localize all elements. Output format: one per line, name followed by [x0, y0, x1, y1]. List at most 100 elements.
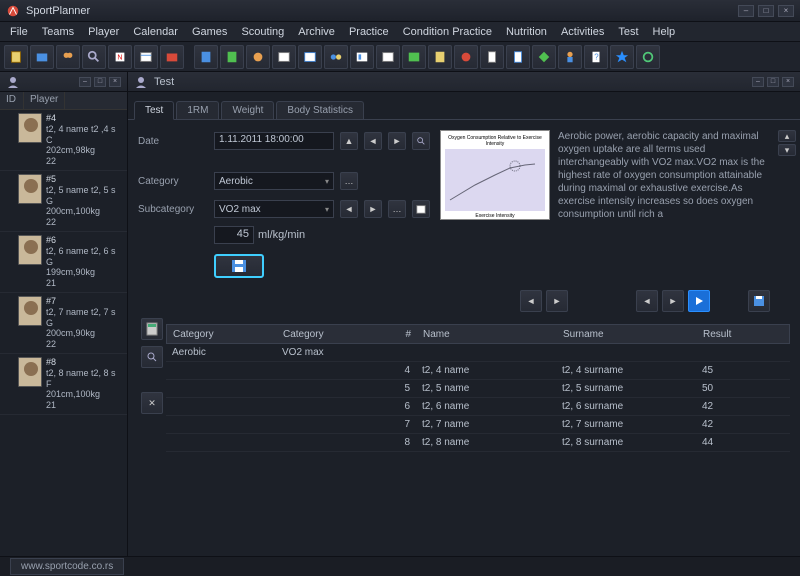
toolbar-btn-12[interactable] — [298, 45, 322, 69]
player-row[interactable]: #7t2, 7 name t2, 7 sG200cm,90kg22 — [0, 293, 127, 354]
toolbar-btn-19[interactable] — [480, 45, 504, 69]
toolbar-btn-3[interactable] — [56, 45, 80, 69]
subcat-calendar-icon[interactable] — [412, 200, 430, 218]
table-row[interactable]: 5t2, 5 namet2, 5 surname50 — [166, 380, 790, 398]
table-row[interactable]: 8t2, 8 namet2, 8 surname44 — [166, 434, 790, 452]
window-maximize[interactable]: □ — [758, 5, 774, 17]
table-row[interactable]: 7t2, 7 namet2, 7 surname42 — [166, 416, 790, 434]
toolbar-btn-23[interactable]: ? — [584, 45, 608, 69]
toolbar-btn-7[interactable] — [160, 45, 184, 69]
toolbar-btn-24[interactable] — [610, 45, 634, 69]
col-player[interactable]: Player — [24, 92, 65, 109]
toolbar-btn-10[interactable] — [246, 45, 270, 69]
category-more[interactable]: … — [340, 172, 358, 190]
toolbar-btn-15[interactable] — [376, 45, 400, 69]
toolbar-btn-17[interactable] — [428, 45, 452, 69]
tab-weight[interactable]: Weight — [221, 101, 274, 119]
date-up[interactable]: ▲ — [340, 132, 358, 150]
menu-games[interactable]: Games — [186, 24, 233, 40]
panel-min[interactable]: – — [752, 77, 764, 87]
menu-player[interactable]: Player — [82, 24, 125, 40]
tab-1rm[interactable]: 1RM — [176, 101, 219, 119]
menu-nutrition[interactable]: Nutrition — [500, 24, 553, 40]
gh-num[interactable]: # — [387, 327, 417, 342]
play-button[interactable] — [688, 290, 710, 312]
chart-thumbnail[interactable]: Oxygen Consumption Relative to Exercise … — [440, 130, 550, 220]
menu-archive[interactable]: Archive — [292, 24, 341, 40]
media-next-left[interactable]: ► — [546, 290, 568, 312]
sidebar-close[interactable]: × — [109, 77, 121, 87]
toolbar-btn-9[interactable] — [220, 45, 244, 69]
gh-surname[interactable]: Surname — [557, 327, 697, 342]
menu-file[interactable]: File — [4, 24, 34, 40]
col-id[interactable]: ID — [0, 92, 24, 109]
subcat-prev[interactable]: ◄ — [340, 200, 358, 218]
menu-help[interactable]: Help — [647, 24, 682, 40]
grid-search-icon[interactable] — [141, 346, 163, 368]
gh-left-cat2[interactable]: Category — [277, 327, 387, 342]
description-text: Aerobic power, aerobic capacity and maxi… — [558, 130, 770, 278]
date-search-icon[interactable] — [412, 132, 430, 150]
media-prev[interactable]: ◄ — [636, 290, 658, 312]
date-prev[interactable]: ◄ — [364, 132, 382, 150]
media-save[interactable] — [748, 290, 770, 312]
desc-scroll-up[interactable]: ▴ — [778, 130, 796, 142]
media-next[interactable]: ► — [662, 290, 684, 312]
toolbar-btn-14[interactable] — [350, 45, 374, 69]
menu-teams[interactable]: Teams — [36, 24, 80, 40]
toolbar-btn-21[interactable] — [532, 45, 556, 69]
sidebar-min[interactable]: – — [79, 77, 91, 87]
toolbar-btn-5[interactable]: N — [108, 45, 132, 69]
toolbar-btn-4[interactable] — [82, 45, 106, 69]
desc-scroll-down[interactable]: ▾ — [778, 144, 796, 156]
table-row[interactable]: 6t2, 6 namet2, 6 surname42 — [166, 398, 790, 416]
menu-practice[interactable]: Practice — [343, 24, 395, 40]
toolbar-btn-18[interactable] — [454, 45, 478, 69]
media-prev-left[interactable]: ◄ — [520, 290, 542, 312]
table-row[interactable]: 4t2, 4 namet2, 4 surname45 — [166, 362, 790, 380]
window-minimize[interactable]: – — [738, 5, 754, 17]
toolbar-btn-1[interactable] — [4, 45, 28, 69]
toolbar-btn-25[interactable] — [636, 45, 660, 69]
gh-name[interactable]: Name — [417, 327, 557, 342]
player-row[interactable]: #8t2, 8 name t2, 8 sF201cm,100kg21 — [0, 354, 127, 415]
menu-activities[interactable]: Activities — [555, 24, 610, 40]
gh-left-cat[interactable]: Category — [167, 327, 277, 342]
grid-delete-icon[interactable]: ✕ — [141, 392, 163, 414]
panel-title: Test — [154, 76, 174, 88]
toolbar-btn-8[interactable] — [194, 45, 218, 69]
panel-icon — [134, 75, 148, 89]
toolbar-btn-16[interactable] — [402, 45, 426, 69]
subcat-next[interactable]: ► — [364, 200, 382, 218]
value-input[interactable]: 45 — [214, 226, 254, 244]
toolbar-btn-13[interactable] — [324, 45, 348, 69]
category-select[interactable]: Aerobic▾ — [214, 172, 334, 190]
panel-close[interactable]: × — [782, 77, 794, 87]
save-button[interactable] — [214, 254, 264, 278]
menu-calendar[interactable]: Calendar — [127, 24, 184, 40]
subcategory-select[interactable]: VO2 max▾ — [214, 200, 334, 218]
toolbar-btn-22[interactable] — [558, 45, 582, 69]
gh-result[interactable]: Result — [697, 327, 757, 342]
grid-calc-icon[interactable] — [141, 318, 163, 340]
menu-test[interactable]: Test — [612, 24, 644, 40]
player-row[interactable]: #5t2, 5 name t2, 5 sG200cm,100kg22 — [0, 171, 127, 232]
avatar — [18, 113, 42, 143]
date-next[interactable]: ► — [388, 132, 406, 150]
date-input[interactable]: 1.11.2011 18:00:00 — [214, 132, 334, 150]
menu-condition-practice[interactable]: Condition Practice — [397, 24, 498, 40]
toolbar-btn-20[interactable] — [506, 45, 530, 69]
toolbar-btn-2[interactable] — [30, 45, 54, 69]
toolbar-btn-6[interactable] — [134, 45, 158, 69]
window-close[interactable]: × — [778, 5, 794, 17]
sidebar-max[interactable]: □ — [94, 77, 106, 87]
toolbar-btn-11[interactable] — [272, 45, 296, 69]
player-row[interactable]: #4t2, 4 name t2 ,4 sC202cm,98kg22 — [0, 110, 127, 171]
player-row[interactable]: #6t2, 6 name t2, 6 sG199cm,90kg21 — [0, 232, 127, 293]
tab-test[interactable]: Test — [134, 101, 174, 120]
subcat-more[interactable]: … — [388, 200, 406, 218]
tab-body-statistics[interactable]: Body Statistics — [276, 101, 364, 119]
menu-scouting[interactable]: Scouting — [235, 24, 290, 40]
panel-max[interactable]: □ — [767, 77, 779, 87]
footer-link[interactable]: www.sportcode.co.rs — [10, 558, 124, 575]
